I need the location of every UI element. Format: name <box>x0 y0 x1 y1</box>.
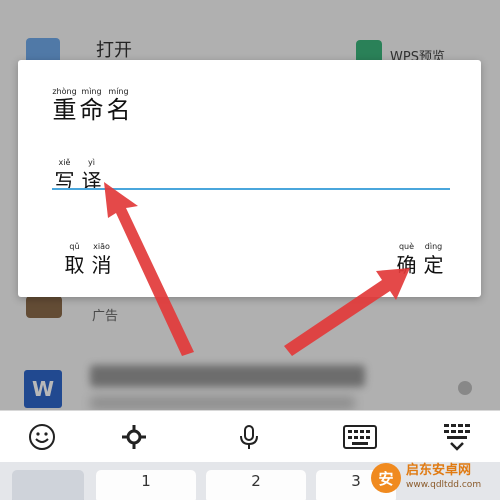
input-char-2: 译 <box>81 169 102 193</box>
input-underline <box>52 188 450 190</box>
file-name-input[interactable]: xiě 写 yì 译 <box>52 158 450 193</box>
microphone-icon[interactable] <box>225 411 273 463</box>
watermark-logo-icon: 安 <box>371 463 401 493</box>
title-char-1: 重 <box>52 96 77 124</box>
rename-dialog: zhòng 重 mìng 命 míng 名 xiě 写 yì 译 qǔ 取 xiāo 消 qu… <box>18 60 481 297</box>
title-char-3: 名 <box>106 96 131 124</box>
cancel-pinyin-1: qǔ <box>69 242 80 251</box>
input-char-1: 写 <box>54 169 75 193</box>
cancel-button[interactable]: qǔ 取 xiāo 消 <box>62 242 114 278</box>
key-1[interactable]: 1 <box>96 470 196 500</box>
confirm-char-1: 确 <box>396 253 417 277</box>
keyboard-toolbar <box>0 410 500 462</box>
dialog-title: zhòng 重 mìng 命 míng 名 <box>52 87 131 123</box>
title-char-2: 命 <box>79 96 104 124</box>
confirm-char-2: 定 <box>423 253 444 277</box>
cancel-char-2: 消 <box>91 253 112 277</box>
confirm-pinyin-2: dìng <box>424 242 443 251</box>
watermark-name: 启东安卓网 <box>406 463 472 478</box>
key-left-function[interactable] <box>12 470 84 500</box>
key-2[interactable]: 2 <box>206 470 306 500</box>
cancel-char-1: 取 <box>64 253 85 277</box>
confirm-button[interactable]: què 确 dìng 定 <box>394 242 446 278</box>
watermark-url: www.qdltdd.com <box>406 480 482 490</box>
input-pinyin-2: yì <box>88 158 95 167</box>
emoji-icon[interactable] <box>18 411 66 463</box>
hide-keyboard-icon[interactable] <box>432 411 482 463</box>
gear-icon[interactable] <box>110 411 158 463</box>
input-pinyin-1: xiě <box>58 158 71 167</box>
site-watermark: 安 启东安卓网 www.qdltdd.com <box>371 459 495 497</box>
cancel-pinyin-2: xiāo <box>93 242 110 251</box>
keyboard-icon[interactable] <box>335 411 385 463</box>
confirm-pinyin-1: què <box>398 242 415 251</box>
